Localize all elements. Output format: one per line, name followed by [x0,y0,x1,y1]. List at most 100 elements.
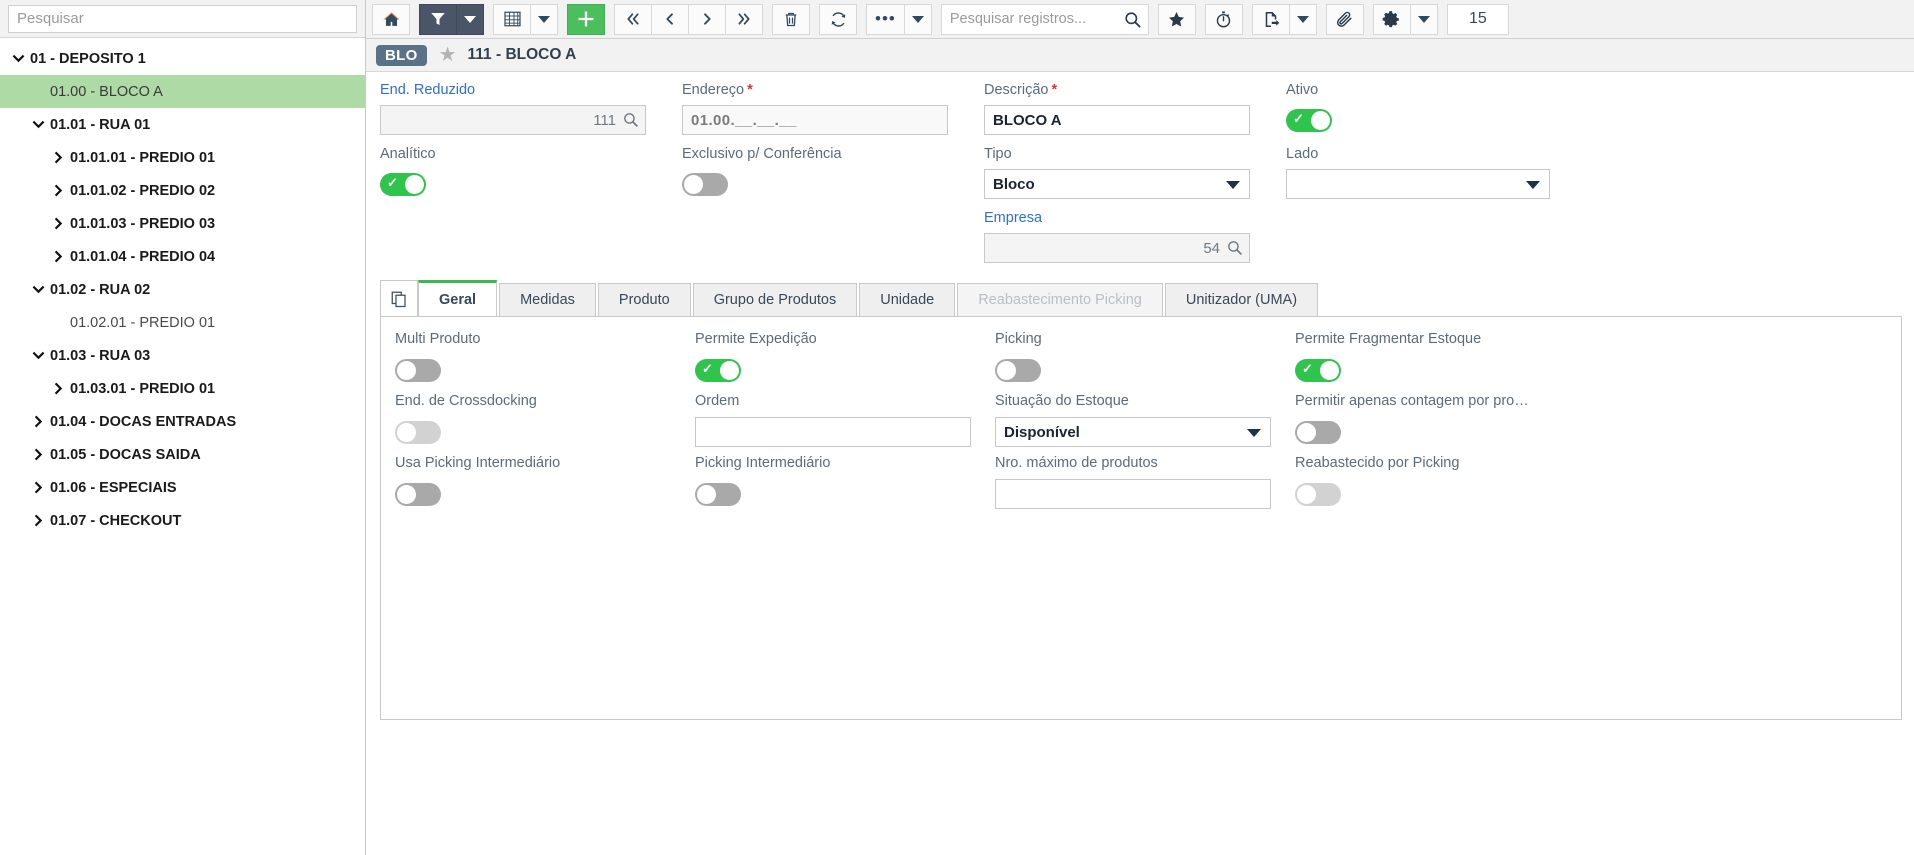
empresa-lookup: 54 [984,233,1250,263]
star-icon[interactable]: ★ [439,45,457,65]
chevron-down-icon[interactable] [8,52,28,65]
tab-unitizador-uma[interactable]: Unitizador (UMA) [1164,283,1319,316]
usa-picking-intermediario-toggle[interactable] [395,482,441,506]
previous-record-button[interactable] [651,3,689,35]
tree-item[interactable]: 01.02 - RUA 02 [0,273,365,306]
exclusivo-conferencia-toggle[interactable] [682,172,728,196]
tree-item[interactable]: 01.03 - RUA 03 [0,339,365,372]
picking-toggle[interactable] [995,358,1041,382]
tab-unidade[interactable]: Unidade [859,283,956,316]
star-icon [1167,10,1186,29]
chevron-down-icon [911,15,924,23]
copy-icon[interactable] [380,280,418,316]
record-search-input[interactable] [940,3,1149,35]
chevron-right-icon[interactable] [28,481,48,494]
field-label[interactable]: Empresa [984,210,1250,229]
chevron-right-icon[interactable] [48,217,68,230]
tab-medidas[interactable]: Medidas [499,283,596,316]
last-record-button[interactable] [725,3,763,35]
tipo-select[interactable] [984,169,1250,199]
tree-item[interactable]: 01.01.04 - PREDIO 04 [0,240,365,273]
field-tipo: Tipo [984,146,1286,199]
gear-icon [1382,10,1401,29]
filter-dropdown-button[interactable] [456,3,484,35]
settings-dropdown-button[interactable] [1409,3,1438,35]
field-lado: Lado [1286,146,1586,199]
chevron-right-icon[interactable] [48,184,68,197]
page-size-input[interactable] [1446,3,1509,35]
tree-item-label: 01.06 - ESPECIAIS [50,479,177,496]
favorite-button[interactable] [1157,3,1196,35]
tab-grupo-de-produtos[interactable]: Grupo de Produtos [692,283,858,316]
field-reabastecido-por-picking: Reabastecido por Picking [1295,455,1595,509]
ativo-toggle[interactable] [1286,108,1332,132]
tab-produto[interactable]: Produto [597,283,691,316]
timer-button[interactable] [1204,3,1243,35]
toolbar: ••• [366,0,1914,39]
permite-expedicao-toggle[interactable] [695,358,741,382]
tree-item[interactable]: 01.07 - CHECKOUT [0,504,365,537]
analitico-toggle[interactable] [380,172,426,196]
attachment-button[interactable] [1325,3,1364,35]
more-dropdown-button[interactable] [903,3,932,35]
tree-item[interactable]: 01.04 - DOCAS ENTRADAS [0,405,365,438]
chevron-right-icon[interactable] [28,448,48,461]
add-record-button[interactable] [567,3,605,35]
situacao-estoque-select[interactable] [995,417,1271,447]
tree-item[interactable]: 01.06 - ESPECIAIS [0,471,365,504]
nro-max-produtos-input[interactable] [995,479,1271,509]
grid-dropdown-button[interactable] [530,3,558,35]
next-record-button[interactable] [688,3,726,35]
delete-button[interactable] [772,3,810,35]
first-record-button[interactable] [614,3,652,35]
settings-button[interactable] [1372,3,1411,35]
chevron-right-icon[interactable] [48,250,68,263]
field-end-crossdocking: End. de Crossdocking [395,393,695,447]
lado-select[interactable] [1286,169,1550,199]
tree-item[interactable]: 01.05 - DOCAS SAIDA [0,438,365,471]
magnifier-icon[interactable] [622,111,639,133]
tree-item[interactable]: 01.01 - RUA 01 [0,108,365,141]
field-permite-fragmentar-estoque: Permite Fragmentar Estoque [1295,331,1595,385]
toolbar-group-favorite [1157,3,1196,35]
descricao-input[interactable] [984,105,1250,135]
more-actions-button[interactable]: ••• [866,3,905,35]
tree-item[interactable]: 01.01.02 - PREDIO 02 [0,174,365,207]
picking-intermediario-toggle[interactable] [695,482,741,506]
chevron-right-icon[interactable] [28,514,48,527]
export-dropdown-button[interactable] [1288,3,1317,35]
record-search-container [940,3,1149,35]
filter-button[interactable] [419,3,457,35]
tree-item-label: 01.01 - RUA 01 [50,116,151,133]
sidebar-search-input[interactable] [8,4,357,33]
tree-item-label: 01.01.01 - PREDIO 01 [70,149,216,166]
grid-view-button[interactable] [493,3,531,35]
chevron-down-icon[interactable] [28,118,48,131]
multi-produto-toggle[interactable] [395,358,441,382]
home-button[interactable] [372,3,410,35]
tree-item[interactable]: 01.02.01 - PREDIO 01 [0,306,365,339]
tree-item[interactable]: 01.01.03 - PREDIO 03 [0,207,365,240]
tab-geral[interactable]: Geral [418,280,498,316]
tree-item[interactable]: 01.00 - BLOCO A [0,75,365,108]
field-label[interactable]: End. Reduzido [380,82,646,101]
tree-item[interactable]: 01.01.01 - PREDIO 01 [0,141,365,174]
endereco-input[interactable] [682,105,948,135]
tree-item-label: 01.04 - DOCAS ENTRADAS [50,413,237,430]
tree-item[interactable]: 01.03.01 - PREDIO 01 [0,372,365,405]
tree-item[interactable]: 01 - DEPOSITO 1 [0,42,365,75]
chevron-down-icon[interactable] [28,283,48,296]
tree-item-label: 01.03 - RUA 03 [50,347,151,364]
chevron-right-icon[interactable] [48,151,68,164]
chevron-right-icon[interactable] [28,415,48,428]
export-button[interactable] [1251,3,1290,35]
chevron-down-icon[interactable] [28,349,48,362]
ordem-input[interactable] [695,417,971,447]
magnifier-icon[interactable] [1226,239,1243,261]
field-label: Lado [1286,146,1319,162]
permite-fragmentar-toggle[interactable] [1295,358,1341,382]
permitir-contagem-toggle[interactable] [1295,420,1341,444]
last-page-icon [735,11,753,27]
refresh-button[interactable] [819,3,857,35]
chevron-right-icon[interactable] [48,382,68,395]
